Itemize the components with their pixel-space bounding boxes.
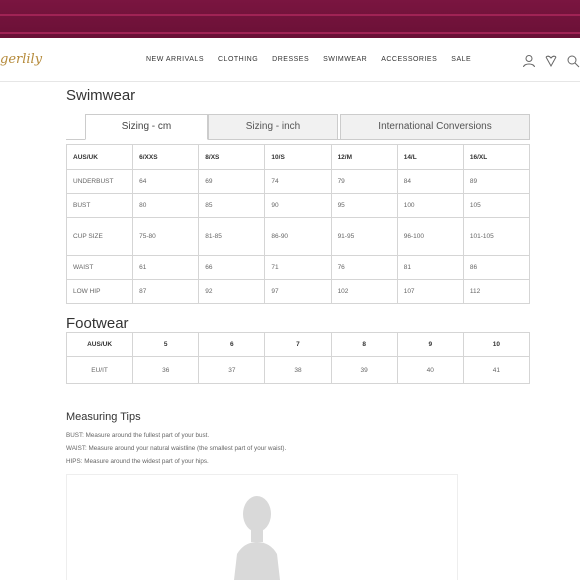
- nav-dresses[interactable]: DRESSES: [272, 56, 309, 63]
- table-cell: 84: [396, 169, 464, 194]
- table-cell: 41: [462, 356, 531, 384]
- table-header-cell: 6: [198, 332, 266, 357]
- tab-sizing-inch[interactable]: Sizing - inch: [208, 114, 338, 140]
- promo-banner: [0, 0, 580, 38]
- table-cell: 107: [396, 279, 464, 304]
- table-cell: 40: [396, 356, 464, 384]
- site-header: gerlily NEW ARRIVALS CLOTHING DRESSES SW…: [0, 38, 580, 82]
- nav-new-arrivals[interactable]: NEW ARRIVALS: [146, 56, 204, 63]
- table-cell: 80: [132, 193, 200, 218]
- table-header-cell: 5: [132, 332, 200, 357]
- table-cell: 36: [132, 356, 200, 384]
- tab-international-conversions[interactable]: International Conversions: [340, 114, 530, 140]
- site-logo[interactable]: gerlily: [0, 52, 42, 67]
- table-cell: 101-105: [462, 217, 531, 256]
- tab-sizing-cm[interactable]: Sizing - cm: [85, 114, 208, 140]
- table-header-cell: AUS/UK: [65, 332, 134, 357]
- table-cell: 37: [198, 356, 266, 384]
- table-cell: 87: [132, 279, 200, 304]
- search-icon[interactable]: [566, 54, 580, 68]
- table-header-cell: 9: [396, 332, 464, 357]
- footwear-size-table: AUS/UK 5 6 7 8 9 10 EU/IT 36 37 38 39 40…: [65, 332, 531, 384]
- table-cell: 105: [462, 193, 531, 218]
- table-cell: 64: [132, 169, 200, 194]
- table-cell: 81-85: [198, 217, 266, 256]
- table-header-row: AUS/UK 6/XXS 8/XS 10/S 12/M 14/L 16/XL: [65, 144, 531, 170]
- table-row: CUP SIZE 75-80 81-85 86-90 91-95 96-100 …: [65, 217, 531, 256]
- table-cell: 71: [264, 255, 332, 280]
- tip-hips: HIPS: Measure around the widest part of …: [66, 458, 209, 465]
- table-header-cell: 7: [264, 332, 332, 357]
- nav-swimwear[interactable]: SWIMWEAR: [323, 56, 367, 63]
- table-cell: 89: [462, 169, 531, 194]
- table-cell: 79: [330, 169, 398, 194]
- table-cell: LOW HIP: [65, 279, 134, 304]
- banner-stripe: [0, 32, 580, 34]
- table-cell: UNDERBUST: [65, 169, 134, 194]
- body-silhouette-image: [234, 496, 280, 580]
- tip-waist: WAIST: Measure around your natural waist…: [66, 445, 287, 452]
- table-cell: 97: [264, 279, 332, 304]
- table-header-cell: AUS/UK: [65, 144, 134, 170]
- table-cell: 69: [198, 169, 266, 194]
- table-header-cell: 14/L: [396, 144, 464, 170]
- tip-bust: BUST: Measure around the fullest part of…: [66, 432, 210, 439]
- main-nav: NEW ARRIVALS CLOTHING DRESSES SWIMWEAR A…: [146, 56, 485, 63]
- table-cell: CUP SIZE: [65, 217, 134, 256]
- table-cell: 86-90: [264, 217, 332, 256]
- table-header-cell: 10/S: [264, 144, 332, 170]
- table-cell: 39: [330, 356, 398, 384]
- measuring-tips-title: Measuring Tips: [66, 411, 141, 423]
- heart-icon[interactable]: [544, 54, 558, 68]
- nav-sale[interactable]: SALE: [451, 56, 471, 63]
- table-cell: 92: [198, 279, 266, 304]
- table-header-cell: 6/XXS: [132, 144, 200, 170]
- sizing-tabs: Sizing - cm Sizing - inch International …: [66, 114, 530, 140]
- table-cell: 61: [132, 255, 200, 280]
- table-row: EU/IT 36 37 38 39 40 41: [65, 356, 531, 384]
- table-cell: 100: [396, 193, 464, 218]
- table-cell: 96-100: [396, 217, 464, 256]
- table-cell: 90: [264, 193, 332, 218]
- table-cell: 85: [198, 193, 266, 218]
- footwear-title: Footwear: [66, 315, 129, 332]
- table-cell: 75-80: [132, 217, 200, 256]
- table-row: WAIST 61 66 71 76 81 86: [65, 255, 531, 280]
- table-cell: EU/IT: [65, 356, 134, 384]
- table-cell: BUST: [65, 193, 134, 218]
- table-cell: 112: [462, 279, 531, 304]
- table-header-row: AUS/UK 5 6 7 8 9 10: [65, 332, 531, 357]
- table-row: UNDERBUST 64 69 74 79 84 89: [65, 169, 531, 194]
- table-cell: 74: [264, 169, 332, 194]
- table-cell: 81: [396, 255, 464, 280]
- nav-accessories[interactable]: ACCESSORIES: [381, 56, 437, 63]
- table-header-cell: 16/XL: [462, 144, 531, 170]
- table-cell: 76: [330, 255, 398, 280]
- table-cell: WAIST: [65, 255, 134, 280]
- table-header-cell: 12/M: [330, 144, 398, 170]
- swimwear-title: Swimwear: [66, 87, 136, 104]
- swimwear-size-table: AUS/UK 6/XXS 8/XS 10/S 12/M 14/L 16/XL U…: [65, 144, 531, 304]
- table-cell: 86: [462, 255, 531, 280]
- table-cell: 95: [330, 193, 398, 218]
- table-header-cell: 8/XS: [198, 144, 266, 170]
- table-row: LOW HIP 87 92 97 102 107 112: [65, 279, 531, 304]
- header-icons: [522, 54, 580, 68]
- table-cell: 102: [330, 279, 398, 304]
- table-cell: 66: [198, 255, 266, 280]
- table-cell: 38: [264, 356, 332, 384]
- banner-stripe: [0, 14, 580, 16]
- table-header-cell: 10: [462, 332, 531, 357]
- table-header-cell: 8: [330, 332, 398, 357]
- nav-clothing[interactable]: CLOTHING: [218, 56, 258, 63]
- user-icon[interactable]: [522, 54, 536, 68]
- table-row: BUST 80 85 90 95 100 105: [65, 193, 531, 218]
- table-cell: 91-95: [330, 217, 398, 256]
